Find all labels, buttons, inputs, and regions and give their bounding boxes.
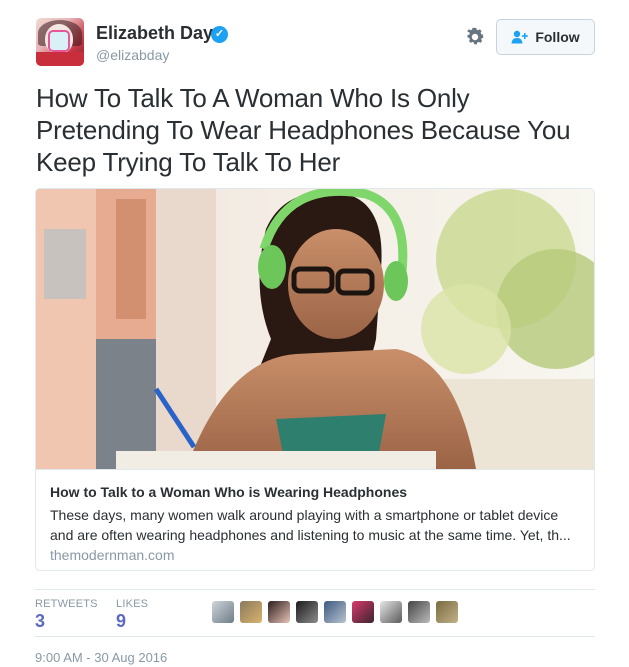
card-photo xyxy=(36,189,594,469)
user-handle[interactable]: @elizabday xyxy=(96,47,169,63)
add-user-icon xyxy=(511,30,529,44)
card-body[interactable]: How to Talk to a Woman Who is Wearing He… xyxy=(36,469,594,570)
liker-avatar[interactable] xyxy=(436,601,458,623)
avatar[interactable] xyxy=(36,18,84,66)
card-description: These days, many women walk around playi… xyxy=(50,507,571,543)
card-image[interactable] xyxy=(36,189,594,469)
liker-avatar[interactable] xyxy=(380,601,402,623)
follow-button[interactable]: Follow xyxy=(496,19,595,55)
tweet-timestamp[interactable]: 9:00 AM - 30 Aug 2016 xyxy=(35,650,167,665)
liker-avatar[interactable] xyxy=(408,601,430,623)
card-title[interactable]: How to Talk to a Woman Who is Wearing He… xyxy=(50,484,407,500)
verified-badge-icon: ✓ xyxy=(211,26,228,43)
liker-avatar[interactable] xyxy=(212,601,234,623)
divider xyxy=(35,589,595,590)
liker-avatars xyxy=(212,601,458,623)
retweets-label[interactable]: RETWEETS xyxy=(35,598,98,610)
liker-avatar[interactable] xyxy=(324,601,346,623)
link-card[interactable]: How to Talk to a Woman Who is Wearing He… xyxy=(35,188,595,571)
tweet-text: How To Talk To A Woman Who Is Only Prete… xyxy=(36,83,571,177)
card-domain[interactable]: themodernman.com xyxy=(50,547,175,563)
liker-avatar[interactable] xyxy=(296,601,318,623)
gear-icon[interactable] xyxy=(464,26,486,48)
likes-label[interactable]: LIKES xyxy=(116,598,148,610)
liker-avatar[interactable] xyxy=(268,601,290,623)
liker-avatar[interactable] xyxy=(352,601,374,623)
display-name[interactable]: Elizabeth Day xyxy=(96,23,213,44)
divider xyxy=(35,636,595,637)
liker-avatar[interactable] xyxy=(240,601,262,623)
follow-label: Follow xyxy=(535,29,580,45)
retweets-count[interactable]: 3 xyxy=(35,611,45,632)
likes-count[interactable]: 9 xyxy=(116,611,126,632)
tweet: Elizabeth Day ✓ @elizabday Follow How To… xyxy=(0,0,629,667)
